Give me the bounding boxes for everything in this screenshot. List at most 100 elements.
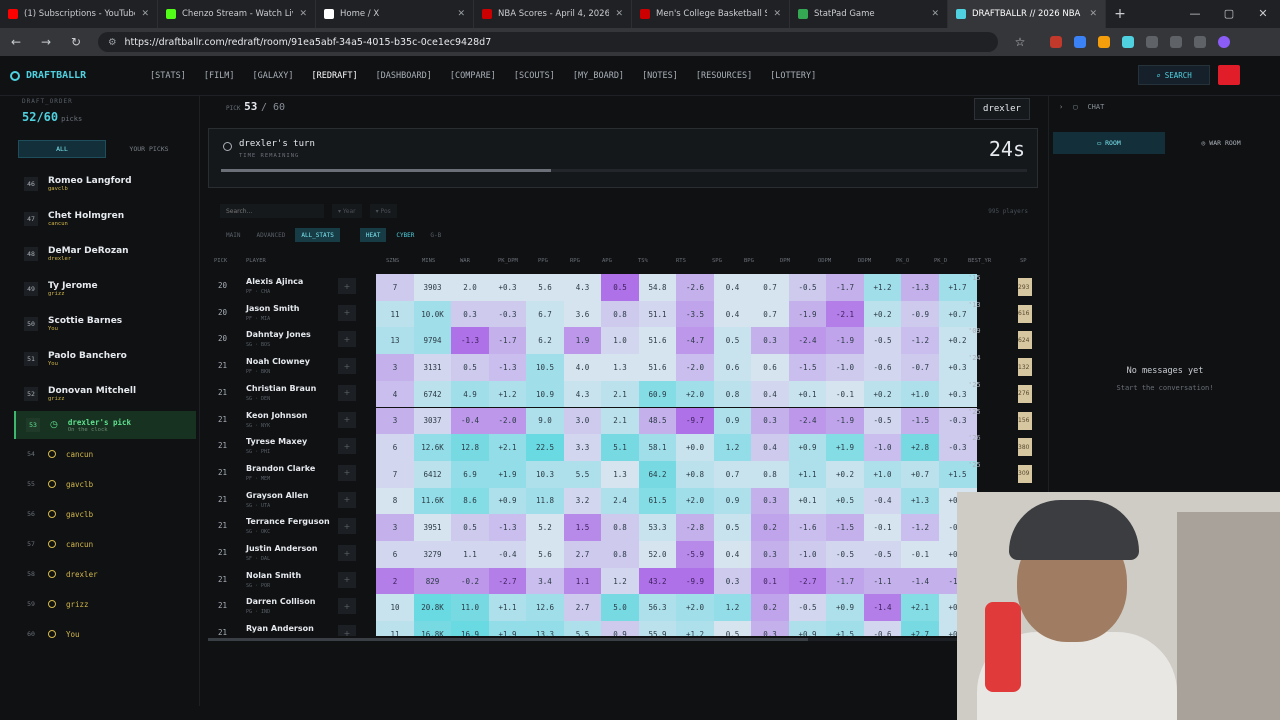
add-player-button[interactable]: +	[338, 598, 356, 615]
draft-pick-item[interactable]: 51 Paolo Banchero You	[14, 341, 196, 376]
close-window-icon[interactable]: ✕	[1246, 0, 1280, 28]
browser-tab[interactable]: (1) Subscriptions - YouTube ✕	[0, 0, 158, 28]
column-header[interactable]: PLAYER	[246, 258, 266, 264]
upcoming-pick-item[interactable]: 54 cancun	[14, 439, 196, 469]
column-header[interactable]: BEST_YR	[968, 258, 991, 264]
horizontal-scrollbar[interactable]	[208, 638, 1038, 641]
tab-war-room[interactable]: ◎ WAR ROOM	[1165, 132, 1277, 154]
nav-link[interactable]: [FILM]	[204, 71, 235, 81]
minimize-icon[interactable]: —	[1178, 0, 1212, 28]
column-header[interactable]: MINS	[422, 258, 435, 264]
table-row[interactable]: 21 Darren Collison PG · IND +10 20.8K 11.0…	[208, 594, 1038, 622]
extension-icon[interactable]	[1098, 36, 1110, 48]
collapse-icon[interactable]: ›	[1059, 103, 1063, 111]
back-icon[interactable]: ←	[8, 35, 24, 49]
add-player-button[interactable]: +	[338, 545, 356, 561]
close-icon[interactable]: ✕	[457, 9, 465, 19]
draft-pick-item[interactable]: 47 Chet Holmgren cancun	[14, 201, 196, 236]
column-header[interactable]: SZNS	[386, 258, 399, 264]
nav-link[interactable]: [STATS]	[150, 71, 186, 81]
add-player-button[interactable]: +	[338, 571, 356, 588]
tab-your-picks[interactable]: YOUR PICKS	[106, 140, 192, 158]
nav-link[interactable]: [COMPARE]	[450, 71, 496, 81]
extension-icon[interactable]	[1050, 36, 1062, 48]
table-row[interactable]: 21 Justin Anderson SF · DAL +6 3279 1.1 -0.…	[208, 541, 1038, 568]
table-row[interactable]: 21 Nolan Smith SG · POR +2 829 -0.2 -2.7 3.4…	[208, 567, 1038, 595]
table-row[interactable]: 21 Tyrese Maxey SG · PHI +6 12.6K 12.8 +2.1…	[208, 434, 1038, 461]
column-header[interactable]: PPG	[538, 258, 548, 264]
column-header[interactable]: RTS	[676, 258, 686, 264]
column-header[interactable]: PK_D	[934, 258, 947, 264]
add-player-button[interactable]: +	[338, 625, 356, 636]
column-header[interactable]: BPG	[744, 258, 754, 264]
nav-link[interactable]: [GALAXY]	[253, 71, 294, 81]
upcoming-pick-item[interactable]: 57 cancun	[14, 529, 196, 559]
draft-pick-item[interactable]: 46 Romeo Langford gavclb	[14, 166, 196, 201]
position-filter[interactable]: ▾ Pos	[369, 204, 397, 218]
extension-icon[interactable]	[1122, 36, 1134, 48]
close-icon[interactable]: ✕	[773, 9, 781, 19]
add-player-button[interactable]: +	[338, 278, 356, 294]
column-header[interactable]: RPG	[570, 258, 580, 264]
column-header[interactable]: WAR	[460, 258, 470, 264]
browser-tab[interactable]: NBA Scores - April 4, 2026 - ES ✕	[474, 0, 632, 28]
bookmark-star-icon[interactable]: ☆	[1012, 35, 1028, 49]
tab-advanced[interactable]: ADVANCED	[250, 228, 291, 242]
tab-room[interactable]: ▭ ROOM	[1053, 132, 1165, 154]
add-player-button[interactable]: +	[338, 491, 356, 508]
logo[interactable]: DRAFTBALLR	[0, 70, 150, 81]
new-tab-icon[interactable]: +	[1106, 6, 1134, 22]
add-player-button[interactable]: +	[338, 411, 356, 428]
table-row[interactable]: 21 Keon Johnson SG · NYK +3 3037 -0.4 -2.0 9…	[208, 407, 1038, 435]
browser-tab[interactable]: DRAFTBALLR // 2026 NBA Draft ✕	[948, 0, 1106, 28]
site-info-icon[interactable]: ⚙	[108, 37, 117, 48]
column-header[interactable]: PICK	[214, 258, 227, 264]
table-row[interactable]: 20 Jason Smith PF · MIA +11 10.0K 0.3 -0.3 6…	[208, 300, 1038, 328]
table-row[interactable]: 20 Alexis Ajinca PF · CHA +7 3903 2.0 +0.3 5…	[208, 274, 1038, 301]
close-icon[interactable]: ✕	[299, 9, 307, 19]
extension-icon[interactable]	[1170, 36, 1182, 48]
column-header[interactable]: SPG	[712, 258, 722, 264]
tab-cyber[interactable]: CYBER	[390, 228, 420, 242]
upcoming-pick-item[interactable]: 59 grizz	[14, 589, 196, 619]
add-player-button[interactable]: +	[338, 358, 356, 375]
table-row[interactable]: 21 Ryan Anderson PF · NOP +1116.8K16.9+1…	[208, 621, 1038, 636]
reload-icon[interactable]: ↻	[68, 35, 84, 49]
extension-icon[interactable]	[1074, 36, 1086, 48]
table-row[interactable]: 21 Christian Braun SG · DEN +4 6742 4.9 +1.…	[208, 380, 1038, 408]
column-header[interactable]: ODPM	[818, 258, 831, 264]
year-filter[interactable]: ▾ Year	[332, 204, 362, 218]
user-avatar[interactable]	[1218, 65, 1240, 85]
tab-all[interactable]: ALL	[18, 140, 106, 158]
forward-icon[interactable]: →	[38, 35, 54, 49]
draft-pick-item[interactable]: 49 Ty Jerome grizz	[14, 271, 196, 306]
player-search-input[interactable]	[220, 204, 324, 218]
column-header[interactable]: APG	[602, 258, 612, 264]
add-player-button[interactable]: +	[338, 304, 356, 321]
draft-pick-item[interactable]: 48 DeMar DeRozan drexler	[14, 236, 196, 271]
column-header[interactable]: PK_DPM	[498, 258, 518, 264]
upcoming-pick-item[interactable]: 55 gavclb	[14, 469, 196, 499]
upcoming-pick-item[interactable]: 60 You	[14, 619, 196, 649]
browser-tab[interactable]: Men's College Basketball Score ✕	[632, 0, 790, 28]
table-row[interactable]: 21 Grayson Allen SG · UTA +8 11.6K 8.6 +0.9…	[208, 487, 1038, 515]
table-row[interactable]: 21 Noah Clowney PF · BKN +3 3131 0.5 -1.3 10…	[208, 354, 1038, 381]
address-bar[interactable]: ⚙ https://draftballr.com/redraft/room/91…	[98, 32, 998, 52]
maximize-icon[interactable]: ▢	[1212, 0, 1246, 28]
column-header[interactable]: SP	[1020, 258, 1027, 264]
add-player-button[interactable]: +	[338, 384, 356, 401]
nav-link[interactable]: [NOTES]	[642, 71, 678, 81]
upcoming-pick-item[interactable]: 58 drexler	[14, 559, 196, 589]
close-icon[interactable]: ✕	[615, 9, 623, 19]
search-button[interactable]: ⌕ SEARCH	[1138, 65, 1210, 85]
nav-link[interactable]: [DASHBOARD]	[376, 71, 432, 81]
draft-pick-item[interactable]: 52 Donovan Mitchell grizz	[14, 376, 196, 411]
nav-link[interactable]: [RESOURCES]	[696, 71, 752, 81]
column-header[interactable]: PK_O	[896, 258, 909, 264]
close-icon[interactable]: ✕	[931, 9, 939, 19]
browser-tab[interactable]: StatPad Game ✕	[790, 0, 948, 28]
close-icon[interactable]: ✕	[141, 9, 149, 19]
column-header[interactable]: TS%	[638, 258, 648, 264]
add-player-button[interactable]: +	[338, 464, 356, 481]
tab-heat[interactable]: HEAT	[359, 228, 387, 242]
